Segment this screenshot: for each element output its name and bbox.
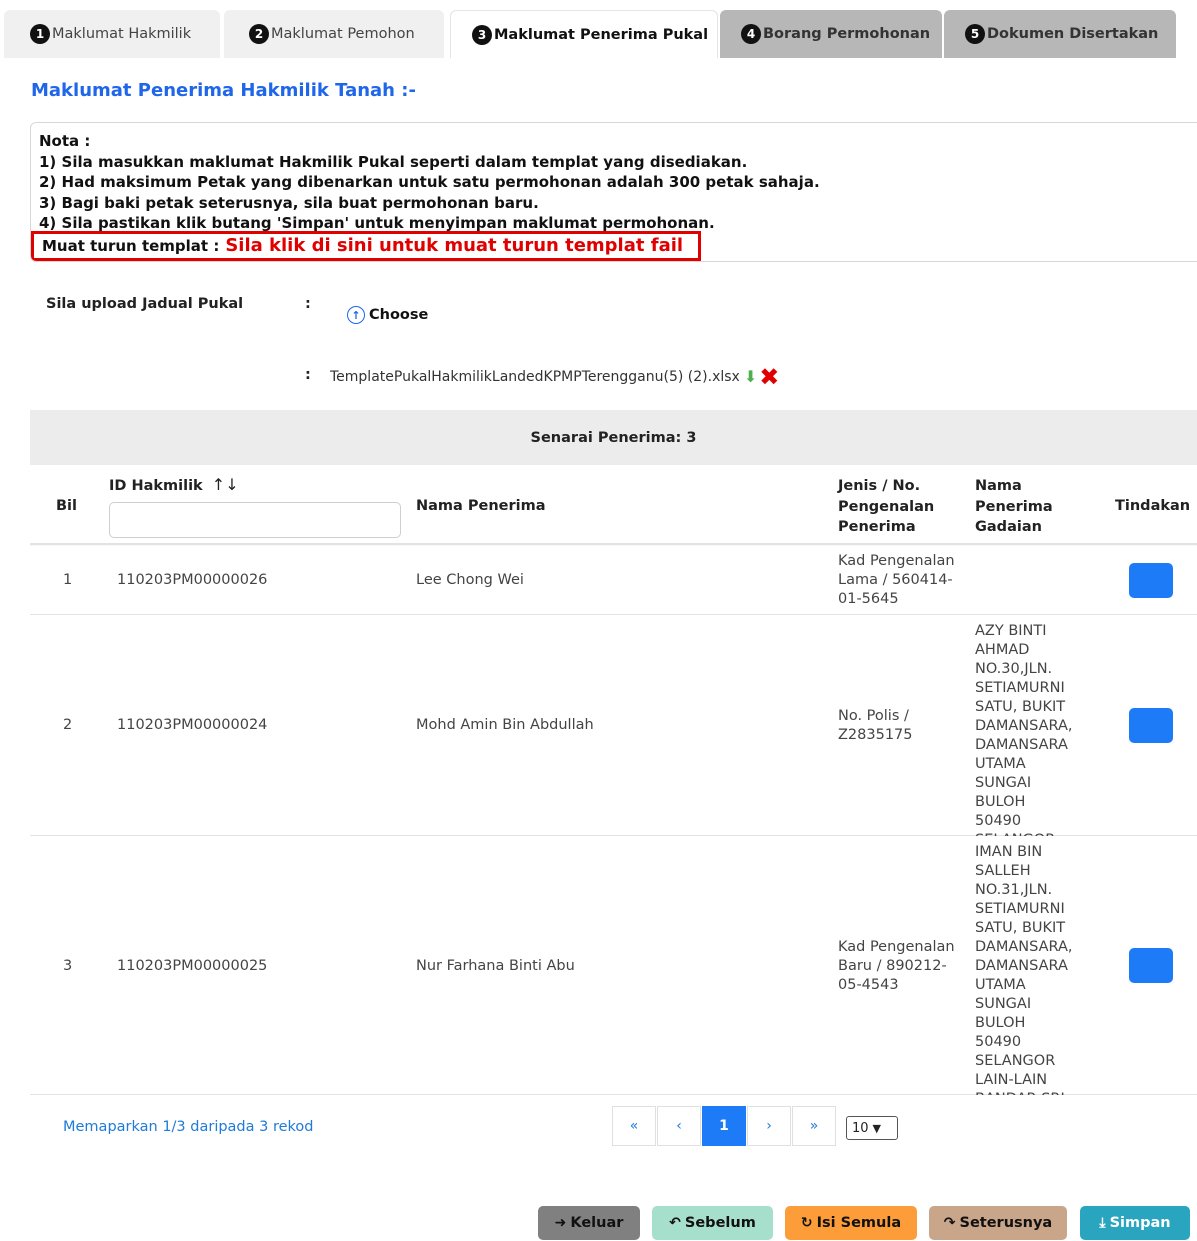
table-row: 2 110203PM00000024 Mohd Amin Bin Abdulla… [30,615,1197,886]
header-id-hakmilik[interactable]: ID Hakmilik ↑↓ [109,475,239,494]
header-jenis-pengenalan: Jenis / No. Pengenalan Penerima [838,478,935,535]
cell-bil: 1 [63,572,73,588]
step-3-icon: 3 [472,24,492,45]
tab-maklumat-pemohon[interactable]: 2 Maklumat Pemohon [224,10,444,58]
table-row: 1 110203PM00000026 Lee Chong Wei Kad Pen… [30,546,1197,615]
reset-icon: ↻ [800,1215,813,1231]
note-line-2: 2) Had maksimum Petak yang dibenarkan un… [39,173,820,191]
tab-dokumen-disertakan[interactable]: 5 Dokumen Disertakan [944,10,1176,58]
last-page-button[interactable]: » [792,1106,836,1146]
next-page-button[interactable]: › [747,1106,791,1146]
file-colon: : [305,367,311,383]
header-nama-penerima: Nama Penerima [416,498,546,514]
choose-label: Choose [369,307,429,323]
recipient-table-panel: Senarai Penerima: 3 Bil ID Hakmilik ↑↓ N… [30,410,1197,1162]
page-1-button[interactable]: 1 [702,1106,746,1146]
step-1-icon: 1 [30,24,50,44]
sebelum-label: Sebelum [684,1215,756,1231]
reply-back-icon: ↶ [669,1215,681,1231]
delete-x-icon[interactable]: ✖ [759,365,779,389]
cell-nama-gadaian: IMAN BIN SALLEH NO.31,JLN. SETIAMURNI SA… [975,844,1073,1126]
cell-jenis-pengenalan: Kad Pengenalan Lama / 560414-01-5645 [838,553,955,607]
section-title: Maklumat Penerima Hakmilik Tanah :- [31,80,416,101]
cell-bil: 2 [63,717,73,733]
table-caption: Senarai Penerima: 3 [30,410,1197,465]
cell-id-hakmilik: 110203PM00000026 [117,572,268,588]
cell-jenis-pengenalan: No. Polis / Z2835175 [838,708,913,743]
row-action-button[interactable] [1129,948,1173,983]
note-line-3: 3) Bagi baki petak seterusnya, sila buat… [39,193,539,212]
note-line-1: 1) Sila masukkan maklumat Hakmilik Pukal… [39,152,748,171]
header-id-label: ID Hakmilik [109,478,203,494]
forward-share-icon: ↷ [943,1215,956,1231]
tab-label: Maklumat Pemohon [271,26,415,42]
simpan-label: Simpan [1109,1215,1171,1231]
row-action-button[interactable] [1129,708,1173,743]
tab-label: Maklumat Penerima Pukal [494,26,709,43]
isi-semula-label: Isi Semula [816,1215,902,1231]
exit-icon: ➜ [554,1215,567,1231]
tab-maklumat-penerima-pukal[interactable]: 3 Maklumat Penerima Pukal [450,10,718,58]
template-download-link[interactable]: Sila klik di sini untuk muat turun templ… [225,235,683,257]
pagination-info: Memaparkan 1/3 daripada 3 rekod [63,1119,314,1135]
template-label: Muat turun templat : [42,236,220,255]
table-header: Bil ID Hakmilik ↑↓ Nama Penerima Jenis /… [30,465,1197,545]
cell-jenis-pengenalan: Kad Pengenalan Baru / 890212-05-4543 [838,939,955,993]
note-box: Nota : 1) Sila masukkan maklumat Hakmili… [30,122,1197,262]
sort-icon[interactable]: ↑↓ [212,475,239,494]
seterusnya-button[interactable]: ↷ Seterusnya [929,1206,1067,1240]
tab-label: Maklumat Hakmilik [52,26,192,42]
upload-label: Sila upload Jadual Pukal [46,296,244,312]
isi-semula-button[interactable]: ↻ Isi Semula [785,1206,917,1240]
simpan-button[interactable]: ⤓ Simpan [1080,1206,1190,1240]
template-download-row: Muat turun templat : Sila klik di sini u… [31,231,701,261]
cell-id-hakmilik: 110203PM00000024 [117,717,268,733]
cell-bil: 3 [63,958,73,974]
header-tindakan: Tindakan [1115,498,1191,514]
prev-page-button[interactable]: ‹ [657,1106,701,1146]
note-heading: Nota : [39,132,91,150]
first-page-button[interactable]: « [612,1106,656,1146]
upload-circle-icon: ↑ [347,306,365,324]
download-arrow-icon[interactable]: ⬇ [744,369,757,385]
wizard-tabs: 1 Maklumat Hakmilik 2 Maklumat Pemohon 3… [0,10,1197,58]
keluar-label: Keluar [570,1215,624,1231]
tab-borang-permohonan[interactable]: 4 Borang Permohonan [720,10,942,58]
row-action-button[interactable] [1129,563,1173,598]
sebelum-button[interactable]: ↶ Sebelum [652,1206,773,1240]
keluar-button[interactable]: ➜ Keluar [538,1206,640,1240]
cell-nama-penerima: Mohd Amin Bin Abdullah [416,717,594,733]
cell-nama-penerima: Lee Chong Wei [416,572,524,588]
tab-maklumat-hakmilik[interactable]: 1 Maklumat Hakmilik [4,10,220,58]
choose-file-button[interactable]: ↑ Choose [330,297,495,333]
step-5-icon: 5 [965,24,985,44]
per-page-value: 10 [852,1120,869,1136]
step-2-icon: 2 [249,24,269,44]
chevron-down-icon: ▼ [872,1121,882,1135]
tab-label: Dokumen Disertakan [987,26,1159,42]
header-bil: Bil [56,498,77,514]
header-nama-gadaian: Nama Penerima Gadaian [975,478,1053,535]
file-name: TemplatePukalHakmilikLandedKPMPTerenggan… [330,369,740,385]
cell-id-hakmilik: 110203PM00000025 [117,958,268,974]
table-row: 3 110203PM00000025 Nur Farhana Binti Abu… [30,836,1197,1126]
id-hakmilik-filter-input[interactable] [109,502,401,538]
per-page-select[interactable]: 10 ▼ [846,1116,898,1140]
pagination-bar: Memaparkan 1/3 daripada 3 rekod « ‹ 1 › … [30,1095,1197,1162]
uploaded-file-row: TemplatePukalHakmilikLandedKPMPTerenggan… [330,362,779,392]
step-4-icon: 4 [741,24,761,44]
seterusnya-label: Seterusnya [959,1215,1053,1231]
tab-label: Borang Permohonan [763,26,931,42]
cell-nama-penerima: Nur Farhana Binti Abu [416,958,575,974]
download-save-icon: ⤓ [1099,1215,1106,1231]
upload-colon: : [305,296,311,312]
